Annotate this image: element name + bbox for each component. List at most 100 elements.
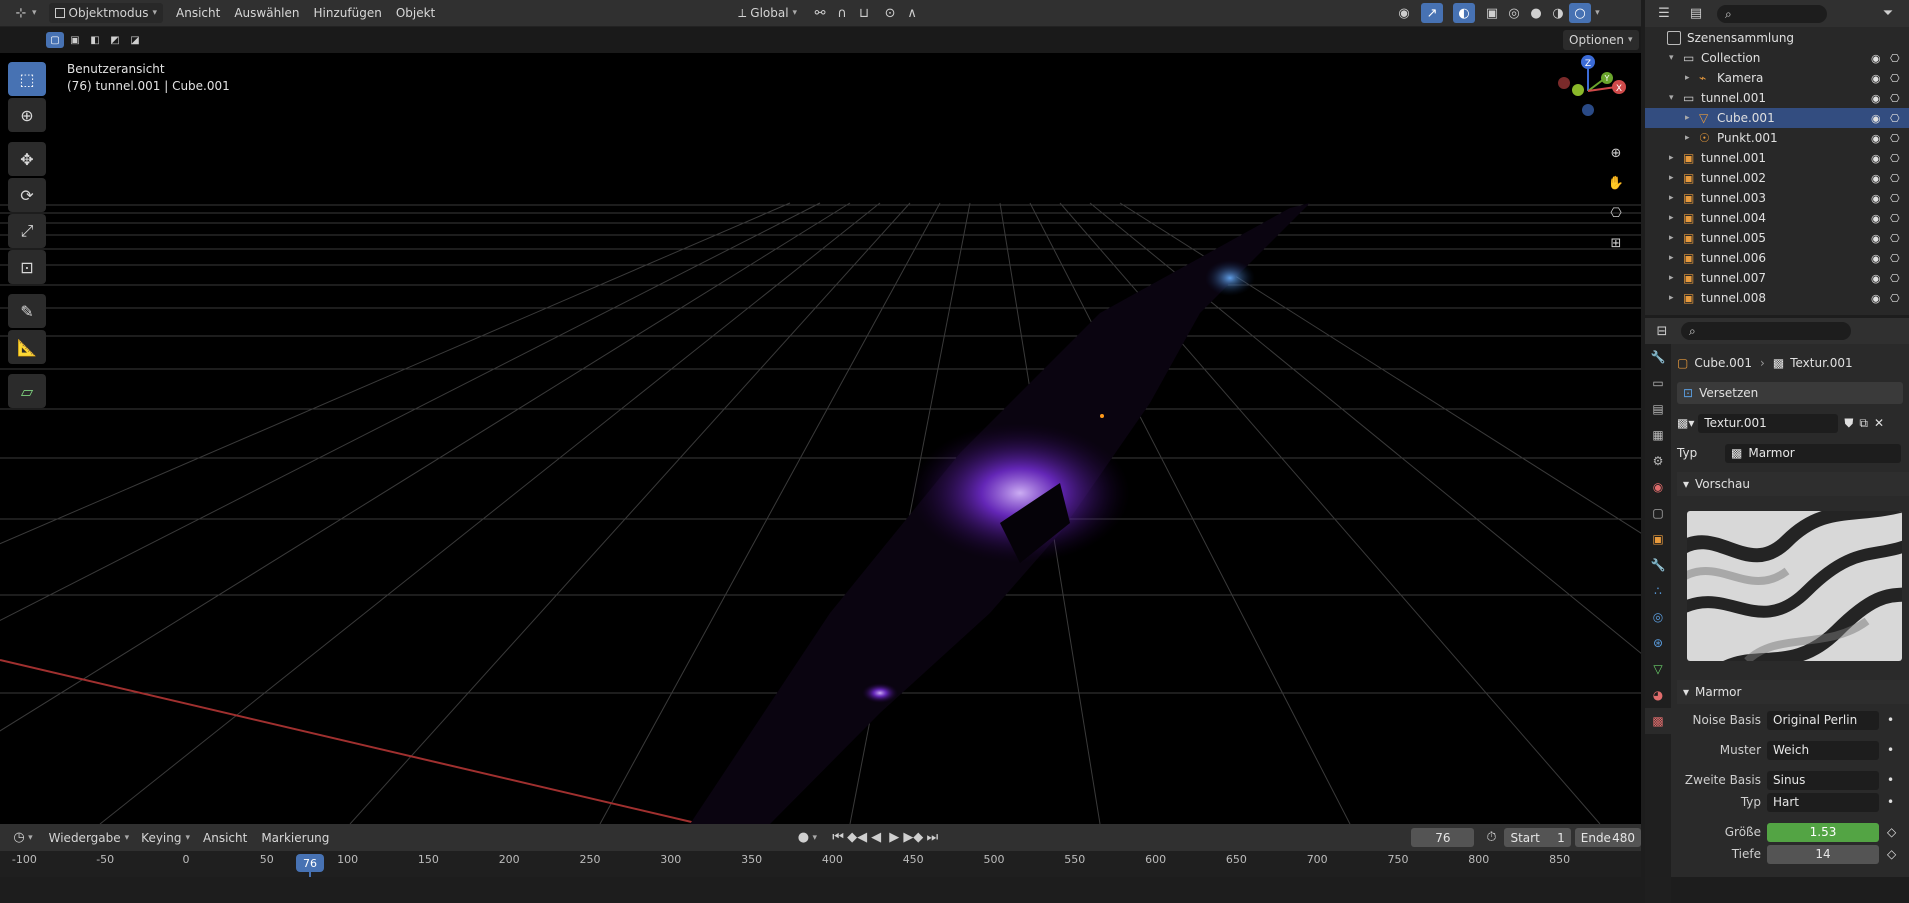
zoom-icon[interactable]: ⊕ — [1605, 143, 1627, 163]
transform-icon[interactable]: ⊡ — [8, 250, 46, 284]
pattern-dropdown[interactable]: Weich — [1767, 740, 1879, 760]
cursor-icon[interactable]: ⊕ — [8, 98, 46, 132]
select-extend-icon[interactable]: ▣ — [66, 32, 84, 48]
outliner-row[interactable]: ▸ ▣ tunnel.004 ◉ ⎔ — [1645, 208, 1909, 228]
render-camera-icon[interactable]: ⎔ — [1890, 92, 1900, 105]
modifier-selector[interactable]: ⊡ Versetzen — [1677, 382, 1903, 404]
eye-icon[interactable]: ◉ — [1871, 72, 1881, 85]
collection-tab-icon[interactable]: ▢ — [1645, 500, 1671, 526]
texture-name-field[interactable]: Textur.001 — [1698, 413, 1839, 433]
render-camera-icon[interactable]: ⎔ — [1890, 272, 1900, 285]
select-box-icon[interactable]: ⬚ — [8, 62, 46, 96]
editor-type-icon[interactable]: ⊹ — [10, 3, 32, 23]
outliner-row[interactable]: ▾ ▭ Collection ◉ ⎔ — [1645, 48, 1909, 68]
type2-dropdown[interactable]: Hart — [1767, 792, 1879, 812]
rotate-icon[interactable]: ⟳ — [8, 178, 46, 212]
disclosure-triangle-icon[interactable]: ▸ — [1669, 253, 1683, 263]
eye-icon[interactable]: ◉ — [1871, 132, 1881, 145]
search-input[interactable]: ⌕ — [1681, 322, 1851, 340]
disclosure-triangle-icon[interactable]: ▸ — [1669, 293, 1683, 303]
eye-icon[interactable]: ◉ — [1871, 252, 1881, 265]
outliner-row[interactable]: ▸ ▣ tunnel.003 ◉ ⎔ — [1645, 188, 1909, 208]
mode-dropdown[interactable]: Objektmodus ▾ — [48, 3, 164, 23]
play-icon[interactable]: ▶ — [885, 828, 903, 848]
outliner-row[interactable]: ▸ ☉ Punkt.001 ◉ ⎔ — [1645, 128, 1909, 148]
wireframe-shading-icon[interactable]: ◎ — [1503, 3, 1525, 23]
visibility-icon[interactable]: ◉ — [1393, 3, 1415, 23]
stopwatch-icon[interactable]: ⏱ — [1482, 828, 1500, 848]
options-dropdown[interactable]: Optionen ▾ — [1563, 30, 1639, 50]
texture-type-dropdown[interactable]: ▩ Marmor — [1725, 443, 1901, 463]
outliner-row[interactable]: ▸ ▣ tunnel.008 ◉ ⎔ — [1645, 288, 1909, 308]
material-tab-icon[interactable]: ◕ — [1645, 682, 1671, 708]
rendered-shading-icon[interactable]: ○ — [1569, 3, 1592, 23]
marble-panel-header[interactable]: ▾ Marmor — [1677, 680, 1909, 704]
world-tab-icon[interactable]: ◉ — [1645, 474, 1671, 500]
outliner-row[interactable]: ▸ ▣ tunnel.006 ◉ ⎔ — [1645, 248, 1909, 268]
measure-icon[interactable]: 📐 — [8, 330, 46, 364]
gizmo-toggle-icon[interactable]: ↗ — [1421, 3, 1444, 23]
disclosure-triangle-icon[interactable]: ▾ — [1669, 53, 1683, 63]
outliner-root[interactable]: Szenensammlung — [1645, 28, 1909, 48]
fake-user-icon[interactable]: ⛊ — [1844, 416, 1853, 431]
disclosure-triangle-icon[interactable]: ▸ — [1685, 113, 1699, 123]
proportional-edit-icon[interactable]: ⊙ — [879, 3, 901, 23]
jump-end-icon[interactable]: ⏭ — [923, 828, 941, 848]
scene-tab-icon[interactable]: ⚙ — [1645, 448, 1671, 474]
size-field[interactable]: 1.53 — [1767, 822, 1879, 842]
outliner-row[interactable]: ▸ ▽ Cube.001 ◉ ⎔ — [1645, 108, 1909, 128]
eye-icon[interactable]: ◉ — [1871, 292, 1881, 305]
menu-keying[interactable]: Keying ▾ — [135, 828, 196, 848]
disclosure-triangle-icon[interactable]: ▸ — [1669, 153, 1683, 163]
outliner-row[interactable]: ▸ ▣ tunnel.007 ◉ ⎔ — [1645, 268, 1909, 288]
disclosure-triangle-icon[interactable]: ▸ — [1669, 273, 1683, 283]
eye-icon[interactable]: ◉ — [1871, 272, 1881, 285]
eye-icon[interactable]: ◉ — [1871, 152, 1881, 165]
editor-type-icon[interactable]: ☰ — [1653, 4, 1675, 24]
select-intersect-icon[interactable]: ◪ — [126, 32, 144, 48]
falloff-icon[interactable]: ∧ — [901, 3, 923, 23]
menu-wiedergabe[interactable]: Wiedergabe ▾ — [43, 828, 136, 848]
menu-ansicht[interactable]: Ansicht — [169, 6, 227, 20]
close-icon[interactable]: ✕ — [1874, 416, 1884, 430]
render-camera-icon[interactable]: ⎔ — [1890, 132, 1900, 145]
material-shading-icon[interactable]: ◑ — [1547, 3, 1569, 23]
disclosure-triangle-icon[interactable]: ▸ — [1669, 193, 1683, 203]
solid-shading-icon[interactable]: ● — [1525, 3, 1547, 23]
keyframe-dot-icon[interactable]: • — [1887, 773, 1894, 787]
start-frame-field[interactable]: Start 1 — [1504, 828, 1571, 847]
xray-icon[interactable]: ▣ — [1481, 3, 1503, 23]
eye-icon[interactable]: ◉ — [1871, 112, 1881, 125]
eye-icon[interactable]: ◉ — [1871, 52, 1881, 65]
outliner-row[interactable]: ▸ ▣ tunnel.002 ◉ ⎔ — [1645, 168, 1909, 188]
view-layer-tab-icon[interactable]: ▦ — [1645, 422, 1671, 448]
disclosure-triangle-icon[interactable]: ▸ — [1685, 73, 1699, 83]
pivot-icon[interactable]: ⚯ — [809, 3, 831, 23]
select-subtract-icon[interactable]: ◧ — [86, 32, 104, 48]
render-camera-icon[interactable]: ⎔ — [1890, 152, 1900, 165]
overlay-toggle-icon[interactable]: ◐ — [1453, 3, 1476, 23]
3d-viewport[interactable]: Benutzeransicht (76) tunnel.001 | Cube.0… — [0, 53, 1641, 824]
menu-ansicht[interactable]: Ansicht — [196, 831, 254, 845]
hand-pan-icon[interactable]: ✋ — [1605, 173, 1627, 193]
disclosure-triangle-icon[interactable]: ▸ — [1669, 213, 1683, 223]
play-reverse-icon[interactable]: ◀ — [867, 828, 885, 848]
scale-icon[interactable]: ⤢ — [8, 214, 46, 248]
prev-keyframe-icon[interactable]: ◆◀ — [847, 828, 867, 848]
move-icon[interactable]: ✥ — [8, 142, 46, 176]
eye-icon[interactable]: ◉ — [1871, 172, 1881, 185]
texture-browse-icon[interactable]: ▩▾ — [1677, 416, 1694, 430]
transform-orientation-dropdown[interactable]: ⟂ Global ▾ — [732, 3, 803, 23]
modifier-tab-icon[interactable]: 🔧 — [1645, 552, 1671, 578]
playhead[interactable]: 76 — [296, 854, 324, 872]
eye-icon[interactable]: ◉ — [1871, 192, 1881, 205]
jump-start-icon[interactable]: ⏮ — [829, 828, 847, 848]
particles-tab-icon[interactable]: ∴ — [1645, 578, 1671, 604]
add-cube-icon[interactable]: ▱ — [8, 374, 46, 408]
render-camera-icon[interactable]: ⎔ — [1890, 172, 1900, 185]
navigation-gizmo[interactable]: Z Y X — [1550, 53, 1630, 133]
second-basis-dropdown[interactable]: Sinus — [1767, 770, 1879, 790]
disclosure-triangle-icon[interactable]: ▾ — [1669, 93, 1683, 103]
editor-type-icon[interactable]: ⊟ — [1651, 321, 1673, 341]
keyframe-dot-icon[interactable]: • — [1887, 795, 1894, 809]
